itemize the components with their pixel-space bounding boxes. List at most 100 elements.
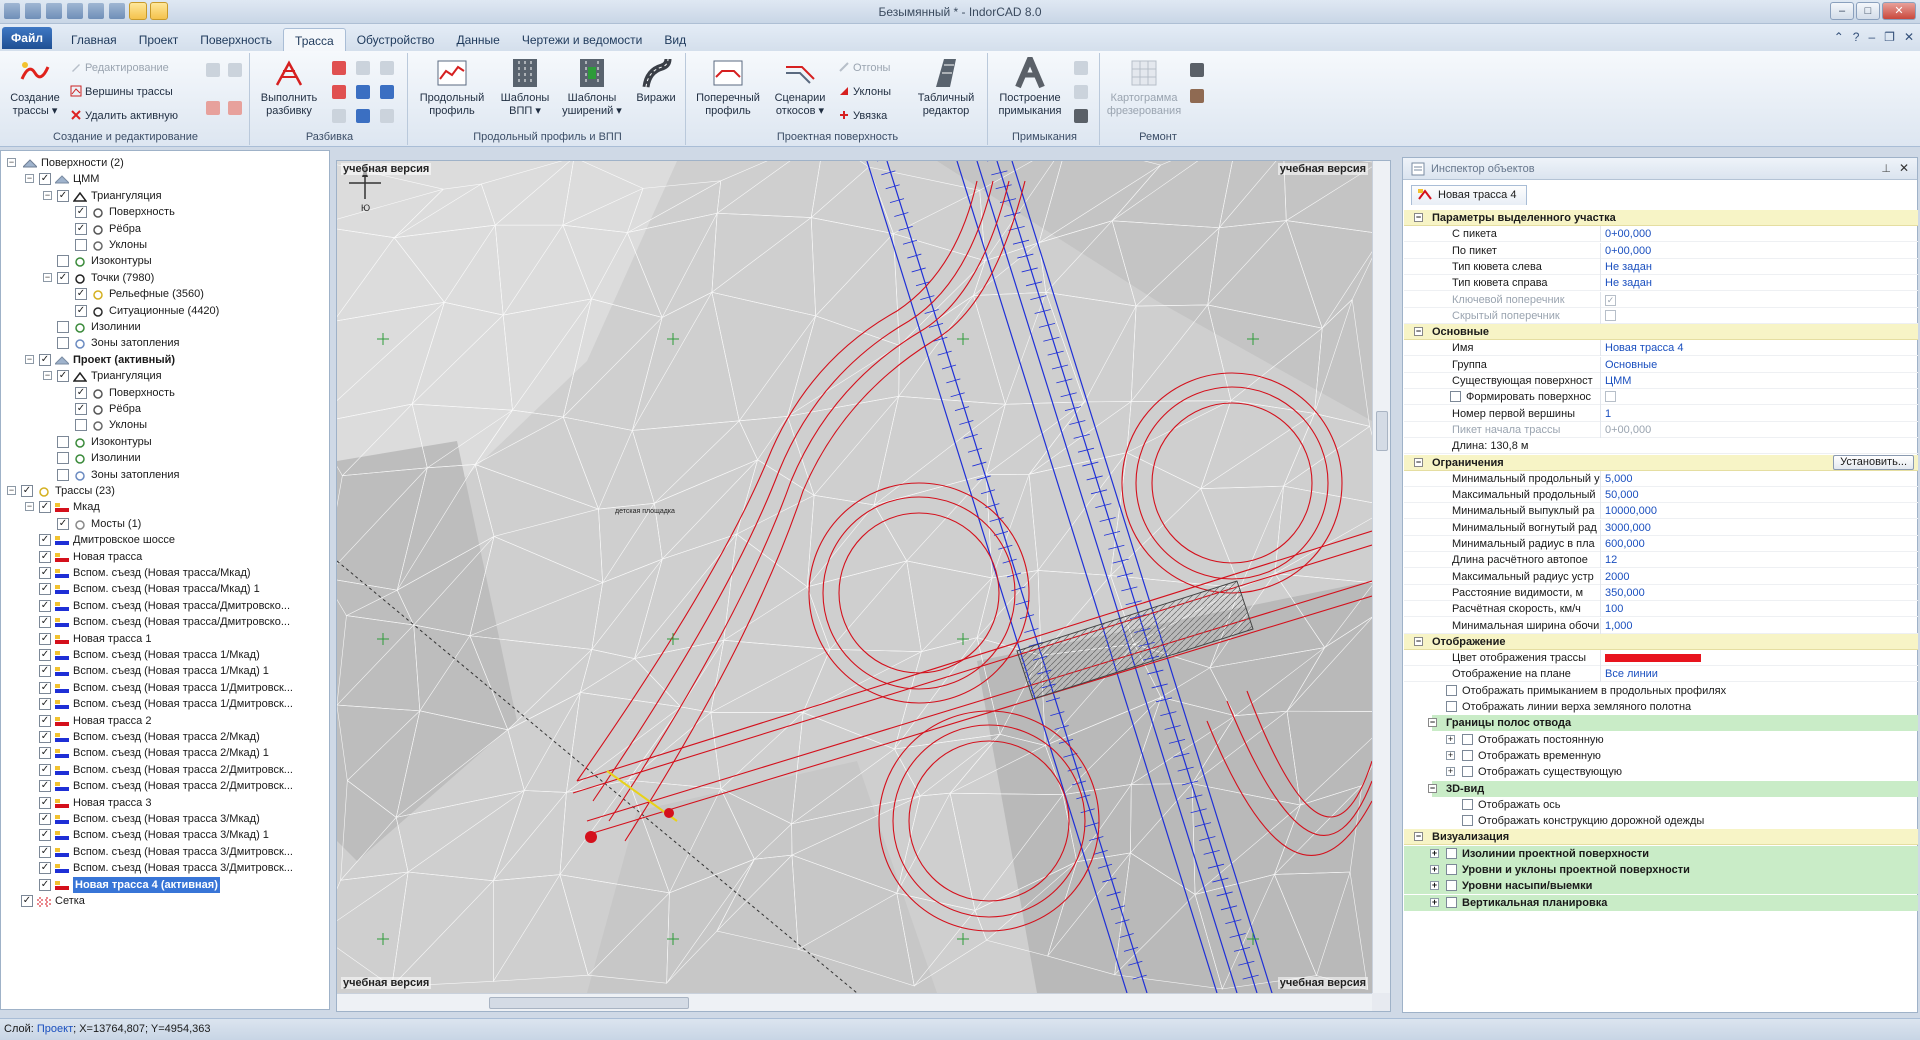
category-expander[interactable]: −: [1414, 457, 1423, 467]
tree-item[interactable]: − ✓ Трассы (23): [1, 483, 329, 499]
property-check-row[interactable]: Отображать линии верха земляного полотна: [1404, 699, 1918, 715]
tree-item[interactable]: Изоконтуры: [1, 434, 329, 450]
property-category[interactable]: − Визуализация: [1404, 829, 1918, 846]
property-subcategory[interactable]: − Границы полос отвода: [1428, 715, 1918, 732]
layout-tool-icon-8[interactable]: [380, 85, 394, 99]
maximize-button[interactable]: □: [1856, 2, 1880, 20]
tree-checkbox[interactable]: ✓: [39, 780, 51, 793]
property-value[interactable]: 5,000: [1600, 470, 1914, 487]
property-row[interactable]: Максимальный продольный 50,000: [1404, 487, 1918, 504]
layout-tool-icon-5[interactable]: [356, 85, 370, 99]
layout-tool-icon-6[interactable]: [356, 109, 370, 123]
tree-checkbox[interactable]: ✓: [39, 567, 51, 579]
property-value[interactable]: Не задан: [1600, 258, 1914, 275]
property-value-checkbox[interactable]: [1605, 391, 1616, 403]
doc-restore-icon[interactable]: ❐: [1884, 30, 1895, 44]
doc-close-icon[interactable]: ✕: [1904, 30, 1914, 44]
tree-item[interactable]: ✓ Новая трасса 1: [1, 631, 329, 647]
property-subcategory[interactable]: −3D-вид: [1428, 780, 1918, 797]
property-value[interactable]: 0+00,000: [1600, 242, 1914, 259]
tree-checkbox[interactable]: [75, 239, 87, 251]
property-value[interactable]: 350,000: [1600, 584, 1914, 601]
tree-item[interactable]: − Поверхности (2): [1, 155, 329, 171]
table-editor-button[interactable]: Табличный редактор: [908, 57, 984, 118]
property-checkbox[interactable]: [1446, 701, 1457, 712]
tree-expander[interactable]: −: [7, 486, 16, 495]
tree-item[interactable]: ✓ Вспом. съезд (Новая трасса 2/Мкад): [1, 729, 329, 745]
property-row[interactable]: Минимальный вогнутый рад 3000,000: [1404, 519, 1918, 536]
edit-button[interactable]: Редактирование: [70, 61, 169, 75]
row-expander[interactable]: +: [1446, 750, 1455, 760]
tree-checkbox[interactable]: ✓: [39, 763, 51, 776]
property-row[interactable]: Номер первой вершины 1: [1404, 405, 1918, 422]
property-value[interactable]: ✓: [1600, 291, 1914, 308]
repair-tool-icon-2[interactable]: [1190, 89, 1204, 103]
category-expander[interactable]: −: [1414, 636, 1423, 646]
set-limits-button[interactable]: Установить...: [1833, 454, 1914, 470]
property-category[interactable]: − Основные: [1404, 324, 1918, 341]
property-value[interactable]: 0+00,000: [1600, 226, 1914, 243]
tree-item[interactable]: ✓ Поверхность: [1, 385, 329, 401]
uklony-button[interactable]: Уклоны: [838, 85, 891, 99]
tree-checkbox[interactable]: ✓: [39, 173, 51, 186]
row-expander[interactable]: +: [1430, 865, 1439, 874]
tree-checkbox[interactable]: ✓: [39, 599, 51, 612]
tree-item[interactable]: − ✓ Проект (активный): [1, 352, 329, 368]
tab-5[interactable]: Данные: [445, 31, 510, 52]
property-checkbox[interactable]: [1446, 684, 1457, 696]
map-horizontal-scrollbar[interactable]: [337, 993, 1372, 1011]
tree-checkbox[interactable]: ✓: [57, 189, 69, 202]
tree-checkbox[interactable]: ✓: [39, 353, 51, 366]
property-row[interactable]: Формировать поверхнос: [1404, 389, 1918, 408]
tab-1[interactable]: Проект: [128, 31, 190, 52]
route-tool-icon-3[interactable]: [206, 101, 220, 115]
tree-item[interactable]: ✓ Мосты (1): [1, 516, 329, 532]
tree-item[interactable]: Изоконтуры: [1, 253, 329, 269]
tree-checkbox[interactable]: [57, 435, 69, 448]
map-canvas[interactable]: Ю детская площадка учебная версия учебна…: [337, 161, 1372, 993]
tree-checkbox[interactable]: ✓: [39, 747, 51, 760]
tree-expander[interactable]: −: [25, 174, 34, 184]
property-value-checkbox[interactable]: ✓: [1605, 294, 1616, 306]
category-expander[interactable]: −: [1414, 213, 1423, 222]
tree-checkbox[interactable]: ✓: [75, 386, 87, 399]
build-junction-button[interactable]: Построение примыкания: [992, 57, 1068, 118]
property-row[interactable]: Существующая поверхност ЦММ: [1404, 373, 1918, 389]
junction-tool-icon-3[interactable]: [1074, 109, 1088, 123]
tree-item[interactable]: Уклоны: [1, 237, 329, 253]
horizontal-scroll-thumb[interactable]: [489, 997, 689, 1009]
property-check-row[interactable]: Отображать примыканием в продольных проф…: [1404, 683, 1918, 699]
tree-checkbox[interactable]: ✓: [75, 222, 87, 235]
tree-item[interactable]: ✓ Вспом. съезд (Новая трасса 3/Дмитровск.…: [1, 860, 329, 876]
property-value-checkbox[interactable]: [1605, 309, 1616, 321]
property-check-row[interactable]: + Отображать временную: [1404, 748, 1918, 764]
property-check-row[interactable]: Отображать ось: [1404, 797, 1918, 813]
long-profile-button[interactable]: Продольный профиль: [412, 57, 492, 118]
property-value[interactable]: 3000,000: [1600, 519, 1914, 536]
property-category[interactable]: − Отображение: [1404, 633, 1918, 650]
inspector-object-tab[interactable]: Новая трасса 4: [1411, 185, 1528, 205]
junction-tool-icon-2[interactable]: [1074, 85, 1088, 99]
property-row[interactable]: Отображение на плане Все линии: [1404, 666, 1918, 683]
property-checkbox[interactable]: [1446, 847, 1457, 859]
tree-checkbox[interactable]: ✓: [75, 304, 87, 317]
property-checkbox[interactable]: [1446, 880, 1457, 892]
tree-checkbox[interactable]: [57, 255, 69, 268]
tree-checkbox[interactable]: ✓: [39, 714, 51, 727]
tree-expander[interactable]: −: [25, 354, 34, 364]
property-row[interactable]: С пикета 0+00,000: [1404, 226, 1918, 243]
route-tool-icon-1[interactable]: [206, 63, 220, 77]
layout-tool-icon-1[interactable]: [332, 61, 346, 75]
tab-0[interactable]: Главная: [60, 31, 128, 52]
row-expander[interactable]: +: [1430, 897, 1439, 907]
property-row[interactable]: Скрытый поперечник: [1404, 307, 1918, 326]
tree-item[interactable]: ✓ Вспом. съезд (Новая трасса 1/Дмитровск.…: [1, 696, 329, 712]
tree-checkbox[interactable]: ✓: [21, 485, 33, 497]
tree-item[interactable]: ✓ Вспом. съезд (Новая трасса 2/Дмитровск.…: [1, 778, 329, 794]
property-check-row[interactable]: Отображать конструкцию дорожной одежды: [1404, 813, 1918, 829]
property-row[interactable]: По пикет 0+00,000: [1404, 242, 1918, 259]
property-row[interactable]: Тип кювета справа Не задан: [1404, 275, 1918, 292]
tree-item[interactable]: ✓ Вспом. съезд (Новая трасса/Мкад): [1, 565, 329, 581]
tree-item[interactable]: ✓ Вспом. съезд (Новая трасса 1/Мкад): [1, 647, 329, 663]
property-row[interactable]: Максимальный радиус устр 2000: [1404, 568, 1918, 585]
